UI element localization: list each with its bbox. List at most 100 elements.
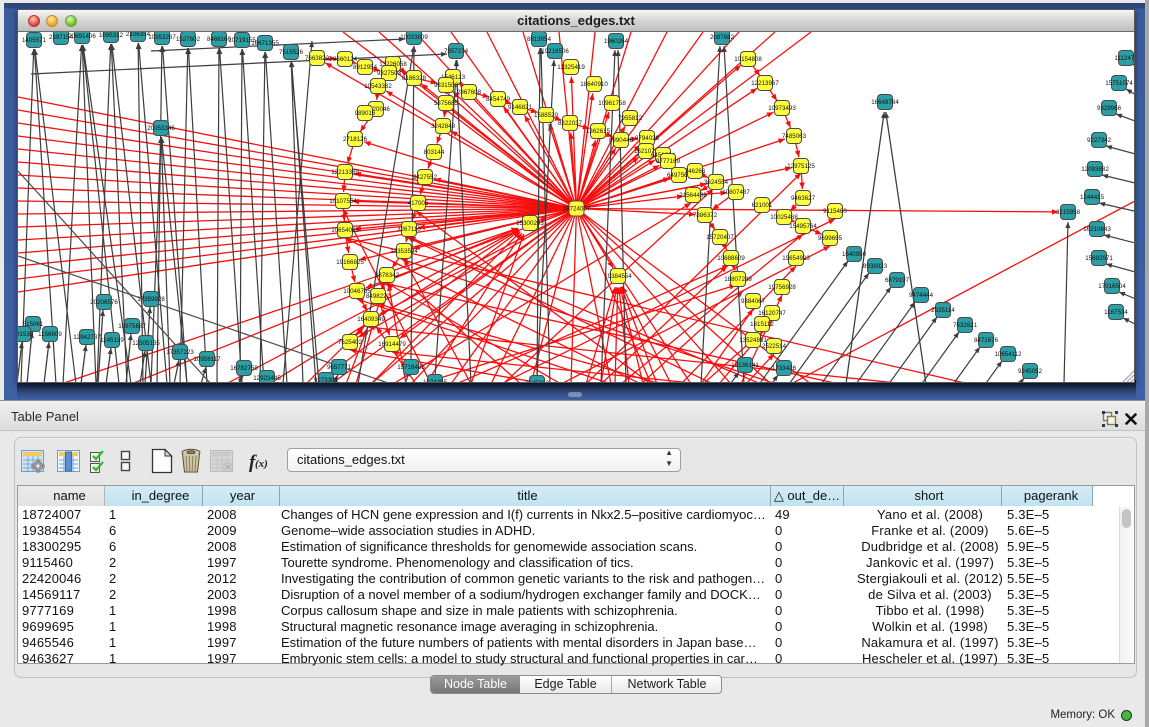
svg-text:12942737: 12942737 [73, 334, 101, 341]
svg-text:7625402: 7625402 [338, 339, 363, 346]
svg-text:621001: 621001 [752, 202, 773, 209]
svg-text:12505135: 12505135 [132, 340, 160, 347]
svg-text:9329966: 9329966 [1097, 105, 1122, 112]
svg-text:1362615: 1362615 [586, 128, 611, 135]
svg-text:12975125: 12975125 [787, 163, 815, 170]
svg-text:19384554: 19384554 [604, 273, 632, 280]
svg-text:6794028: 6794028 [635, 135, 660, 142]
svg-text:18724007: 18724007 [563, 206, 591, 213]
svg-text:10154808: 10154808 [734, 56, 762, 63]
svg-text:8813054: 8813054 [527, 36, 552, 43]
svg-text:19654923: 19654923 [782, 255, 810, 262]
svg-text:9427552: 9427552 [413, 174, 438, 181]
svg-text:10025488: 10025488 [770, 214, 798, 221]
svg-text:12325419: 12325419 [557, 64, 585, 71]
svg-text:17357223: 17357223 [166, 349, 194, 356]
svg-text:10654112: 10654112 [994, 351, 1022, 358]
svg-text:7886372: 7886372 [693, 212, 718, 219]
svg-text:1244415: 1244415 [1080, 194, 1105, 201]
svg-text:19166825: 19166825 [336, 259, 364, 266]
svg-text:10973493: 10973493 [768, 105, 796, 112]
svg-text:7515526: 7515526 [279, 49, 304, 56]
svg-text:9463627: 9463627 [791, 195, 816, 202]
svg-text:2106334: 2106334 [126, 32, 151, 38]
svg-text:8912954: 8912954 [353, 64, 378, 71]
svg-text:417006: 417006 [408, 200, 429, 207]
svg-text:391530: 391530 [18, 331, 34, 338]
svg-text:10961758: 10961758 [598, 100, 626, 107]
svg-text:7632621: 7632621 [953, 322, 978, 329]
svg-text:25300293: 25300293 [516, 220, 544, 227]
svg-text:2522514: 2522514 [762, 343, 787, 350]
svg-text:6879197: 6879197 [885, 277, 910, 284]
svg-text:17359928: 17359928 [137, 296, 165, 303]
svg-text:18640910: 18640910 [580, 81, 608, 88]
svg-text:1156809: 1156809 [38, 331, 62, 338]
svg-text:3242848: 3242848 [431, 123, 456, 130]
svg-text:1640950: 1640950 [842, 251, 867, 258]
svg-text:12093882: 12093882 [1081, 166, 1109, 173]
svg-text:16782759: 16782759 [230, 365, 258, 372]
svg-text:8498222: 8498222 [366, 293, 391, 300]
svg-text:10688609: 10688609 [717, 255, 745, 262]
svg-text:7663822: 7663822 [305, 55, 330, 62]
svg-text:5375685: 5375685 [434, 100, 459, 107]
svg-text:9327503: 9327503 [377, 70, 402, 77]
svg-text:16671355: 16671355 [251, 40, 279, 47]
svg-text:12213369: 12213369 [331, 169, 359, 176]
svg-text:1145139: 1145139 [100, 337, 124, 344]
svg-text:12923445: 12923445 [253, 375, 281, 382]
svg-text:2718126: 2718126 [343, 136, 368, 143]
svg-text:15720407: 15720407 [706, 234, 734, 241]
svg-text:8990448: 8990448 [609, 137, 634, 144]
svg-text:2087682: 2087682 [710, 34, 735, 41]
svg-text:9245052: 9245052 [1018, 368, 1043, 375]
svg-text:10654085: 10654085 [331, 227, 359, 234]
svg-text:1615112: 1615112 [750, 321, 774, 328]
svg-text:989016: 989016 [355, 110, 376, 117]
svg-text:9227342: 9227342 [1087, 137, 1112, 144]
svg-text:10107554: 10107554 [329, 198, 357, 205]
svg-text:16210643: 16210643 [1083, 226, 1111, 233]
svg-text:7955812: 7955812 [618, 115, 643, 122]
svg-text:9331503: 9331503 [434, 82, 459, 89]
svg-text:15495764: 15495764 [789, 223, 817, 230]
svg-text:(x): (x) [255, 458, 268, 470]
svg-text:12213967: 12213967 [751, 80, 779, 87]
svg-text:1274455: 1274455 [423, 379, 448, 382]
svg-text:15716485: 15716485 [397, 364, 425, 371]
svg-text:8186328: 8186328 [402, 75, 427, 82]
svg-text:8471676: 8471676 [974, 337, 999, 344]
svg-text:10807487: 10807487 [722, 189, 750, 196]
svg-text:1405571: 1405571 [22, 37, 47, 44]
svg-text:1527602: 1527602 [176, 36, 201, 43]
svg-text:9474444: 9474444 [909, 292, 934, 299]
svg-text:10033809: 10033809 [400, 34, 428, 41]
svg-text:15692971: 15692971 [1085, 255, 1113, 262]
svg-text:1588520: 1588520 [534, 112, 559, 119]
svg-text:19218506: 19218506 [541, 48, 569, 55]
svg-text:8322037: 8322037 [558, 120, 583, 127]
svg-text:16914479: 16914479 [378, 341, 406, 348]
svg-text:9657771: 9657771 [327, 364, 352, 371]
svg-text:9384067: 9384067 [741, 298, 766, 305]
svg-text:2867608: 2867608 [457, 89, 482, 96]
svg-text:16409349: 16409349 [357, 316, 385, 323]
svg-text:3624554: 3624554 [704, 179, 729, 186]
svg-text:9699695: 9699695 [818, 235, 843, 242]
svg-text:17016504: 17016504 [1098, 283, 1126, 290]
svg-text:19756928: 19756928 [768, 284, 796, 291]
svg-text:746266: 746266 [685, 168, 706, 175]
svg-text:9115460: 9115460 [823, 208, 847, 215]
svg-text:1733426: 1733426 [772, 365, 797, 372]
svg-text:10543382: 10543382 [364, 83, 392, 90]
svg-text:1960264: 1960264 [604, 38, 629, 45]
svg-text:1095312: 1095312 [99, 32, 124, 39]
svg-text:10975687: 10975687 [118, 323, 146, 330]
svg-text:16120747: 16120747 [758, 310, 786, 317]
svg-text:20691406: 20691406 [68, 33, 96, 40]
svg-text:10958117: 10958117 [193, 356, 221, 363]
svg-text:1167534: 1167534 [1104, 309, 1128, 316]
svg-text:8878342: 8878342 [375, 272, 400, 279]
svg-text:15751074: 15751074 [1105, 80, 1133, 87]
